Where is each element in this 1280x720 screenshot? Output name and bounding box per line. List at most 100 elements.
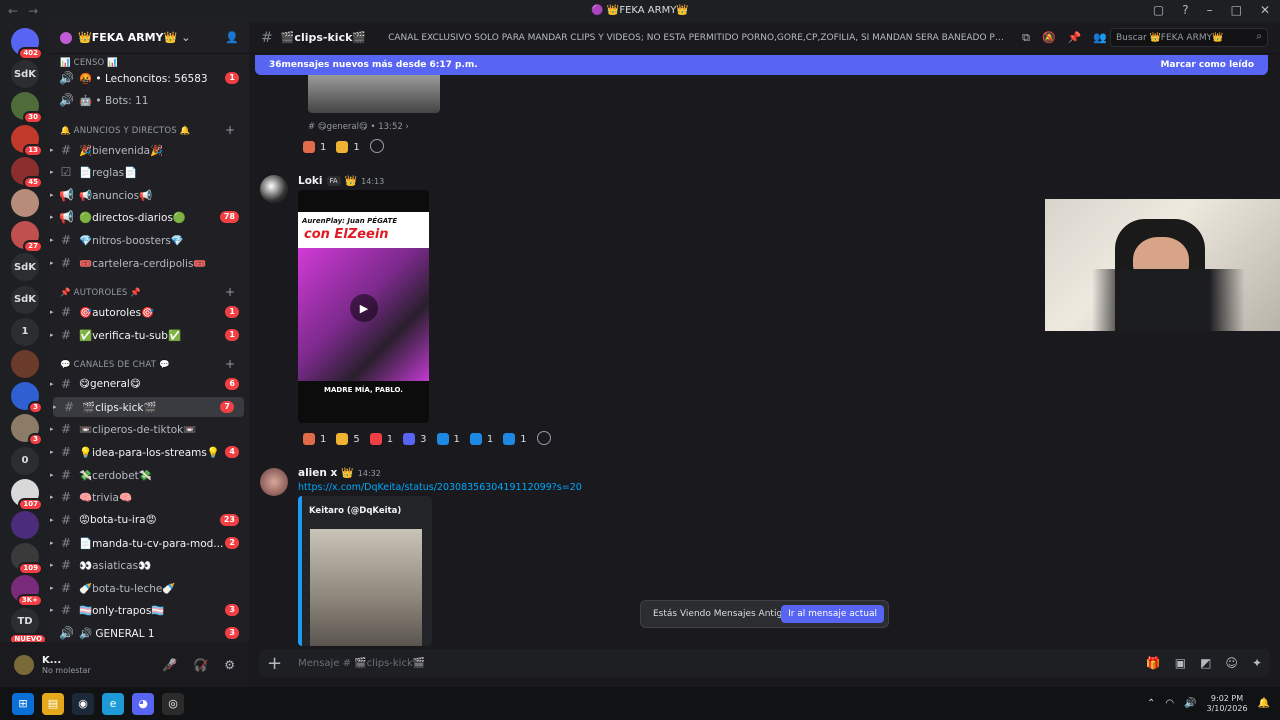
edge-icon[interactable]: e — [102, 692, 124, 715]
server-icon[interactable]: 3 — [11, 382, 43, 415]
server-icon[interactable] — [11, 350, 39, 378]
jump-to-present-button[interactable]: Ir al mensaje actual — [781, 605, 884, 623]
channel-topic[interactable]: CANAL EXCLUSIVO SOLO PARA MANDAR CLIPS Y… — [388, 33, 1008, 43]
image-attachment[interactable] — [308, 75, 440, 113]
channel-item[interactable]: ▸ # 💸cerdobet💸 — [50, 465, 249, 485]
add-reaction-icon[interactable] — [369, 139, 384, 153]
server-icon[interactable]: 107 — [11, 478, 43, 511]
notifications-muted-icon[interactable]: 🔕 — [1042, 31, 1056, 45]
message-link[interactable]: https://x.com/DqKeita/status/20308356304… — [298, 482, 582, 493]
pin-icon[interactable]: 📌 — [1068, 31, 1082, 45]
reaction-button[interactable]: 1 — [435, 431, 462, 447]
obs-icon[interactable]: ◎ — [162, 692, 184, 715]
channel-item[interactable]: 🔊 🤬 • Lechoncitos: 56583 1 — [50, 68, 249, 88]
add-reaction-icon[interactable] — [536, 431, 551, 445]
channel-item[interactable]: ▸ # 🍼bota-tu-leche🍼 — [50, 578, 249, 598]
emoji-icon[interactable]: ☺ — [1225, 656, 1238, 670]
add-channel-icon[interactable]: + — [225, 123, 235, 137]
channel-category[interactable]: 💬 CANALES DE CHAT 💬 — [60, 360, 170, 370]
start-icon[interactable]: ⊞ — [12, 692, 34, 715]
add-channel-icon[interactable]: + — [225, 285, 235, 299]
close-icon[interactable]: ✕ — [1260, 3, 1270, 17]
volume-icon[interactable]: 🔊 — [1184, 698, 1196, 709]
reaction-button[interactable]: 1 — [501, 431, 528, 447]
server-icon[interactable]: 0 — [11, 446, 39, 475]
server-icon[interactable]: 402 — [11, 28, 43, 60]
discord-icon[interactable]: ◕ — [132, 692, 154, 715]
avatar[interactable] — [12, 652, 36, 677]
settings-gear-icon[interactable]: ⚙ — [224, 658, 235, 672]
server-icon[interactable]: 13 — [11, 124, 43, 157]
server-icon[interactable]: SdK — [11, 60, 39, 89]
avatar[interactable] — [260, 175, 288, 203]
mark-as-read-button[interactable]: Marcar como leído — [1160, 60, 1254, 70]
new-messages-bar[interactable]: 36mensajes nuevos más desde 6:17 p.m. Ma… — [255, 55, 1268, 75]
channel-item[interactable]: ▸ # 💎nitros-boosters💎 — [50, 230, 249, 250]
notifications-icon[interactable]: 🔔 — [1258, 698, 1270, 709]
channel-item[interactable]: ▸ 📢 📢anuncios📢 — [50, 185, 249, 205]
server-icon[interactable] — [11, 511, 39, 539]
server-icon[interactable]: 30 — [11, 92, 43, 125]
members-icon[interactable]: 👥 — [1093, 31, 1107, 45]
mic-muted-icon[interactable]: 🎤̸ — [162, 658, 177, 672]
search-input[interactable]: Buscar 👑FEKA ARMY👑 ⌕ — [1110, 28, 1268, 47]
add-channel-icon[interactable]: + — [225, 357, 235, 371]
avatar[interactable] — [260, 468, 288, 496]
embed-image[interactable] — [310, 529, 422, 646]
help-icon[interactable]: ? — [1182, 3, 1188, 17]
apps-icon[interactable]: ✦ — [1252, 656, 1262, 670]
channel-item[interactable]: ▸ # 🎟️cartelera-cerdipolis🎟️ — [50, 253, 249, 273]
server-icon[interactable]: 1 — [11, 317, 39, 346]
server-icon[interactable]: 27 — [11, 221, 43, 254]
server-icon[interactable]: SdK — [11, 253, 39, 282]
channel-category[interactable]: 📊 CENSO 📊 — [60, 58, 118, 68]
reaction-button[interactable]: 1 — [468, 431, 495, 447]
channel-item[interactable]: 🔊 🤖 • Bots: 11 — [50, 90, 249, 110]
wifi-icon[interactable]: ◠ — [1165, 698, 1174, 709]
reaction-button[interactable]: 1 — [368, 431, 395, 447]
gift-icon[interactable]: 🎁 — [1146, 656, 1161, 670]
threads-icon[interactable]: ⧉ — [1022, 31, 1030, 45]
video-attachment[interactable]: AurenPlay: Juan PÉGATE con ElZeein ▶ MAD… — [298, 190, 429, 423]
channel-item[interactable]: ▸ # 💡idea-para-los-streams💡 4 — [50, 442, 249, 462]
server-icon[interactable]: 45 — [11, 156, 43, 189]
channel-item[interactable]: ▸ # 🏳️‍⚧️only-trapos🏳️‍⚧️ 3 — [50, 600, 249, 620]
reaction-button[interactable]: 1 — [301, 431, 328, 447]
headset-muted-icon[interactable]: 🎧̸ — [193, 658, 208, 672]
embed-author[interactable]: Keitaro (@DqKeita) — [309, 506, 401, 516]
channel-item[interactable]: ▸ # 😋general😋 6 — [50, 374, 249, 394]
inbox-icon[interactable]: ▢ — [1153, 3, 1164, 17]
channel-item[interactable]: 🔊 🔊 GENERAL 1 3 — [50, 623, 249, 642]
attach-plus-icon[interactable]: + — [267, 653, 282, 674]
channel-item[interactable]: ▸ # 📼cliperos-de-tiktok📼 — [50, 419, 249, 439]
channel-item[interactable]: ▸ # 🧠trivia🧠 — [50, 487, 249, 507]
channel-item[interactable]: ▸ # 👀asiaticas👀 — [50, 555, 249, 575]
server-icon[interactable]: 109 — [11, 543, 43, 576]
channel-item[interactable]: ▸ # 📄manda-tu-cv-para-mod... 2 — [50, 533, 249, 553]
channel-item[interactable]: ▸ # 🎯autoroles🎯 1 — [50, 302, 249, 322]
clock[interactable]: 9:02 PM 3/10/2026 — [1207, 694, 1248, 714]
channel-item[interactable]: ▸ # ✅verifica-tu-sub✅ 1 — [50, 325, 249, 345]
gif-icon[interactable]: ▣ — [1175, 656, 1186, 670]
server-icon[interactable]: TD NUEVO — [9, 607, 47, 646]
message-composer[interactable]: + Mensaje # 🎬clips-kick🎬 🎁 ▣ ◩ ☺ ✦ — [259, 649, 1270, 677]
channel-category[interactable]: 🔔 ANUNCIOS Y DIRECTOS 🔔 — [60, 126, 191, 136]
thread-link[interactable]: # 😋general😋 • 13:52 › — [308, 122, 409, 132]
sticker-icon[interactable]: ◩ — [1200, 656, 1211, 670]
message-username[interactable]: alien x — [298, 467, 337, 479]
message-username[interactable]: Loki — [298, 175, 323, 187]
channel-item[interactable]: ▸ 📢 🟢directos-diarios🟢 78 — [50, 207, 249, 227]
reaction-button[interactable]: 3 — [401, 431, 428, 447]
server-icon[interactable]: SdK — [11, 285, 39, 314]
reaction-button[interactable]: 1 — [301, 139, 328, 155]
channel-item[interactable]: ▸ # 🎬clips-kick🎬 7 — [53, 397, 244, 417]
reaction-button[interactable]: 1 — [334, 139, 361, 155]
steam-icon[interactable]: ◉ — [72, 692, 94, 715]
channel-item[interactable]: ▸ # 🎉bienvenida🎉 — [50, 140, 249, 160]
tray-chevron-icon[interactable]: ⌃ — [1147, 698, 1155, 709]
server-icon[interactable]: 3K+ — [11, 575, 43, 608]
maximize-icon[interactable]: □ — [1231, 3, 1242, 17]
server-icon[interactable] — [11, 189, 39, 217]
reaction-button[interactable]: 5 — [334, 431, 361, 447]
minimize-icon[interactable]: – — [1207, 3, 1213, 17]
